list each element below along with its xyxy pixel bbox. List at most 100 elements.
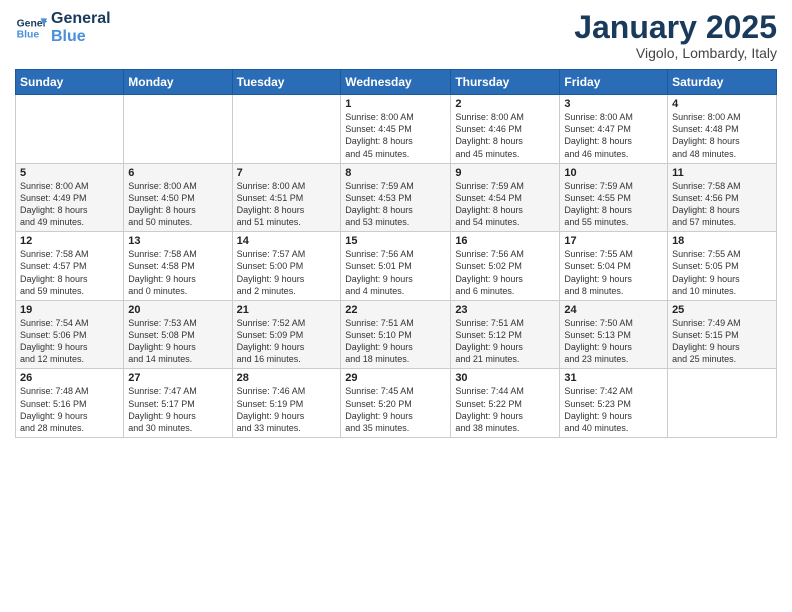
day-info: Sunrise: 7:59 AM Sunset: 4:55 PM Dayligh… xyxy=(564,180,663,229)
table-cell: 26Sunrise: 7:48 AM Sunset: 5:16 PM Dayli… xyxy=(16,369,124,438)
table-cell: 11Sunrise: 7:58 AM Sunset: 4:56 PM Dayli… xyxy=(668,163,777,232)
table-cell: 8Sunrise: 7:59 AM Sunset: 4:53 PM Daylig… xyxy=(341,163,451,232)
col-tuesday: Tuesday xyxy=(232,70,341,95)
day-number: 25 xyxy=(672,304,772,316)
table-cell: 18Sunrise: 7:55 AM Sunset: 5:05 PM Dayli… xyxy=(668,232,777,301)
day-info: Sunrise: 8:00 AM Sunset: 4:46 PM Dayligh… xyxy=(455,111,555,160)
day-number: 20 xyxy=(128,304,227,316)
table-cell: 3Sunrise: 8:00 AM Sunset: 4:47 PM Daylig… xyxy=(560,95,668,164)
table-cell: 25Sunrise: 7:49 AM Sunset: 5:15 PM Dayli… xyxy=(668,300,777,369)
day-number: 28 xyxy=(237,372,337,384)
day-number: 9 xyxy=(455,167,555,179)
day-info: Sunrise: 7:45 AM Sunset: 5:20 PM Dayligh… xyxy=(345,385,446,434)
day-number: 10 xyxy=(564,167,663,179)
table-cell xyxy=(668,369,777,438)
month-title: January 2025 xyxy=(574,10,777,45)
table-cell: 27Sunrise: 7:47 AM Sunset: 5:17 PM Dayli… xyxy=(124,369,232,438)
col-friday: Friday xyxy=(560,70,668,95)
table-cell: 4Sunrise: 8:00 AM Sunset: 4:48 PM Daylig… xyxy=(668,95,777,164)
day-number: 6 xyxy=(128,167,227,179)
day-info: Sunrise: 7:56 AM Sunset: 5:01 PM Dayligh… xyxy=(345,248,446,297)
table-cell: 16Sunrise: 7:56 AM Sunset: 5:02 PM Dayli… xyxy=(451,232,560,301)
day-info: Sunrise: 7:51 AM Sunset: 5:10 PM Dayligh… xyxy=(345,317,446,366)
table-cell xyxy=(124,95,232,164)
day-info: Sunrise: 7:46 AM Sunset: 5:19 PM Dayligh… xyxy=(237,385,337,434)
day-info: Sunrise: 7:54 AM Sunset: 5:06 PM Dayligh… xyxy=(20,317,119,366)
table-cell xyxy=(16,95,124,164)
day-number: 5 xyxy=(20,167,119,179)
day-number: 11 xyxy=(672,167,772,179)
day-info: Sunrise: 8:00 AM Sunset: 4:49 PM Dayligh… xyxy=(20,180,119,229)
day-number: 24 xyxy=(564,304,663,316)
day-info: Sunrise: 7:48 AM Sunset: 5:16 PM Dayligh… xyxy=(20,385,119,434)
day-info: Sunrise: 8:00 AM Sunset: 4:45 PM Dayligh… xyxy=(345,111,446,160)
table-cell: 14Sunrise: 7:57 AM Sunset: 5:00 PM Dayli… xyxy=(232,232,341,301)
week-row-2: 5Sunrise: 8:00 AM Sunset: 4:49 PM Daylig… xyxy=(16,163,777,232)
day-number: 1 xyxy=(345,98,446,110)
table-cell: 29Sunrise: 7:45 AM Sunset: 5:20 PM Dayli… xyxy=(341,369,451,438)
table-cell: 10Sunrise: 7:59 AM Sunset: 4:55 PM Dayli… xyxy=(560,163,668,232)
day-number: 2 xyxy=(455,98,555,110)
day-number: 15 xyxy=(345,235,446,247)
day-info: Sunrise: 7:56 AM Sunset: 5:02 PM Dayligh… xyxy=(455,248,555,297)
day-info: Sunrise: 7:49 AM Sunset: 5:15 PM Dayligh… xyxy=(672,317,772,366)
day-number: 18 xyxy=(672,235,772,247)
table-cell: 6Sunrise: 8:00 AM Sunset: 4:50 PM Daylig… xyxy=(124,163,232,232)
col-wednesday: Wednesday xyxy=(341,70,451,95)
svg-text:Blue: Blue xyxy=(17,29,40,40)
location: Vigolo, Lombardy, Italy xyxy=(574,45,777,61)
day-info: Sunrise: 7:58 AM Sunset: 4:56 PM Dayligh… xyxy=(672,180,772,229)
table-cell: 1Sunrise: 8:00 AM Sunset: 4:45 PM Daylig… xyxy=(341,95,451,164)
table-cell: 19Sunrise: 7:54 AM Sunset: 5:06 PM Dayli… xyxy=(16,300,124,369)
week-row-4: 19Sunrise: 7:54 AM Sunset: 5:06 PM Dayli… xyxy=(16,300,777,369)
table-cell: 2Sunrise: 8:00 AM Sunset: 4:46 PM Daylig… xyxy=(451,95,560,164)
table-cell: 9Sunrise: 7:59 AM Sunset: 4:54 PM Daylig… xyxy=(451,163,560,232)
calendar: Sunday Monday Tuesday Wednesday Thursday… xyxy=(15,69,777,438)
day-number: 29 xyxy=(345,372,446,384)
day-number: 7 xyxy=(237,167,337,179)
table-cell: 31Sunrise: 7:42 AM Sunset: 5:23 PM Dayli… xyxy=(560,369,668,438)
table-cell: 12Sunrise: 7:58 AM Sunset: 4:57 PM Dayli… xyxy=(16,232,124,301)
day-number: 19 xyxy=(20,304,119,316)
table-cell: 7Sunrise: 8:00 AM Sunset: 4:51 PM Daylig… xyxy=(232,163,341,232)
table-cell: 30Sunrise: 7:44 AM Sunset: 5:22 PM Dayli… xyxy=(451,369,560,438)
day-number: 4 xyxy=(672,98,772,110)
day-info: Sunrise: 7:44 AM Sunset: 5:22 PM Dayligh… xyxy=(455,385,555,434)
day-number: 12 xyxy=(20,235,119,247)
header: General Blue General Blue January 2025 V… xyxy=(15,10,777,61)
day-number: 13 xyxy=(128,235,227,247)
day-number: 21 xyxy=(237,304,337,316)
table-cell xyxy=(232,95,341,164)
page: General Blue General Blue January 2025 V… xyxy=(0,0,792,612)
day-number: 27 xyxy=(128,372,227,384)
day-info: Sunrise: 7:55 AM Sunset: 5:04 PM Dayligh… xyxy=(564,248,663,297)
day-number: 23 xyxy=(455,304,555,316)
table-cell: 20Sunrise: 7:53 AM Sunset: 5:08 PM Dayli… xyxy=(124,300,232,369)
day-number: 26 xyxy=(20,372,119,384)
day-number: 14 xyxy=(237,235,337,247)
day-info: Sunrise: 7:47 AM Sunset: 5:17 PM Dayligh… xyxy=(128,385,227,434)
week-row-1: 1Sunrise: 8:00 AM Sunset: 4:45 PM Daylig… xyxy=(16,95,777,164)
day-info: Sunrise: 7:58 AM Sunset: 4:57 PM Dayligh… xyxy=(20,248,119,297)
table-cell: 15Sunrise: 7:56 AM Sunset: 5:01 PM Dayli… xyxy=(341,232,451,301)
week-row-3: 12Sunrise: 7:58 AM Sunset: 4:57 PM Dayli… xyxy=(16,232,777,301)
table-cell: 17Sunrise: 7:55 AM Sunset: 5:04 PM Dayli… xyxy=(560,232,668,301)
day-info: Sunrise: 7:59 AM Sunset: 4:54 PM Dayligh… xyxy=(455,180,555,229)
calendar-header-row: Sunday Monday Tuesday Wednesday Thursday… xyxy=(16,70,777,95)
day-number: 22 xyxy=(345,304,446,316)
table-cell: 24Sunrise: 7:50 AM Sunset: 5:13 PM Dayli… xyxy=(560,300,668,369)
table-cell: 21Sunrise: 7:52 AM Sunset: 5:09 PM Dayli… xyxy=(232,300,341,369)
table-cell: 13Sunrise: 7:58 AM Sunset: 4:58 PM Dayli… xyxy=(124,232,232,301)
col-saturday: Saturday xyxy=(668,70,777,95)
day-info: Sunrise: 7:52 AM Sunset: 5:09 PM Dayligh… xyxy=(237,317,337,366)
col-thursday: Thursday xyxy=(451,70,560,95)
day-info: Sunrise: 7:53 AM Sunset: 5:08 PM Dayligh… xyxy=(128,317,227,366)
day-info: Sunrise: 8:00 AM Sunset: 4:50 PM Dayligh… xyxy=(128,180,227,229)
logo-line2: Blue xyxy=(51,28,111,46)
day-info: Sunrise: 8:00 AM Sunset: 4:48 PM Dayligh… xyxy=(672,111,772,160)
logo: General Blue General Blue xyxy=(15,10,111,45)
table-cell: 22Sunrise: 7:51 AM Sunset: 5:10 PM Dayli… xyxy=(341,300,451,369)
table-cell: 23Sunrise: 7:51 AM Sunset: 5:12 PM Dayli… xyxy=(451,300,560,369)
logo-icon: General Blue xyxy=(15,12,47,44)
day-number: 3 xyxy=(564,98,663,110)
